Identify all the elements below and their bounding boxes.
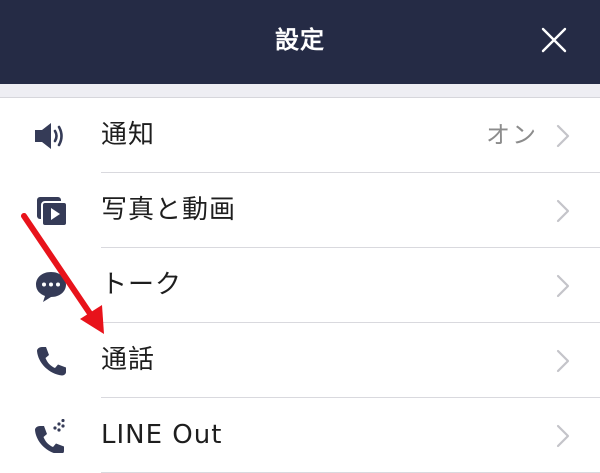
settings-item-label: 写真と動画 [101,195,237,225]
header-bar: 設定 [0,0,600,84]
chevron-right-icon [556,199,570,223]
settings-item-notifications[interactable]: 通知 オン [0,98,600,173]
settings-item-value: オン [486,121,538,149]
settings-item-label: 通話 [101,345,156,375]
settings-item-label: 通知 [101,120,156,150]
page-title: 設定 [275,26,325,54]
settings-list: 通知 オン 写真と動画 トーク 通話 LINE Out [0,98,600,473]
settings-item-label: LINE Out [101,420,223,450]
chevron-right-icon [556,349,570,373]
line-out-phone-icon [35,419,65,453]
section-gap [0,84,600,98]
chevron-right-icon [556,124,570,148]
phone-icon [37,347,66,376]
settings-item-chats[interactable]: トーク [0,248,600,323]
settings-item-calls[interactable]: 通話 [0,323,600,398]
settings-item-label: トーク [101,270,183,300]
chat-bubble-icon [36,272,66,302]
close-icon[interactable] [538,24,570,56]
speaker-icon [35,123,63,149]
settings-item-line-out[interactable]: LINE Out [0,398,600,473]
chevron-right-icon [556,424,570,448]
chevron-right-icon [556,274,570,298]
photo-video-icon [37,197,68,227]
settings-item-photos-videos[interactable]: 写真と動画 [0,173,600,248]
